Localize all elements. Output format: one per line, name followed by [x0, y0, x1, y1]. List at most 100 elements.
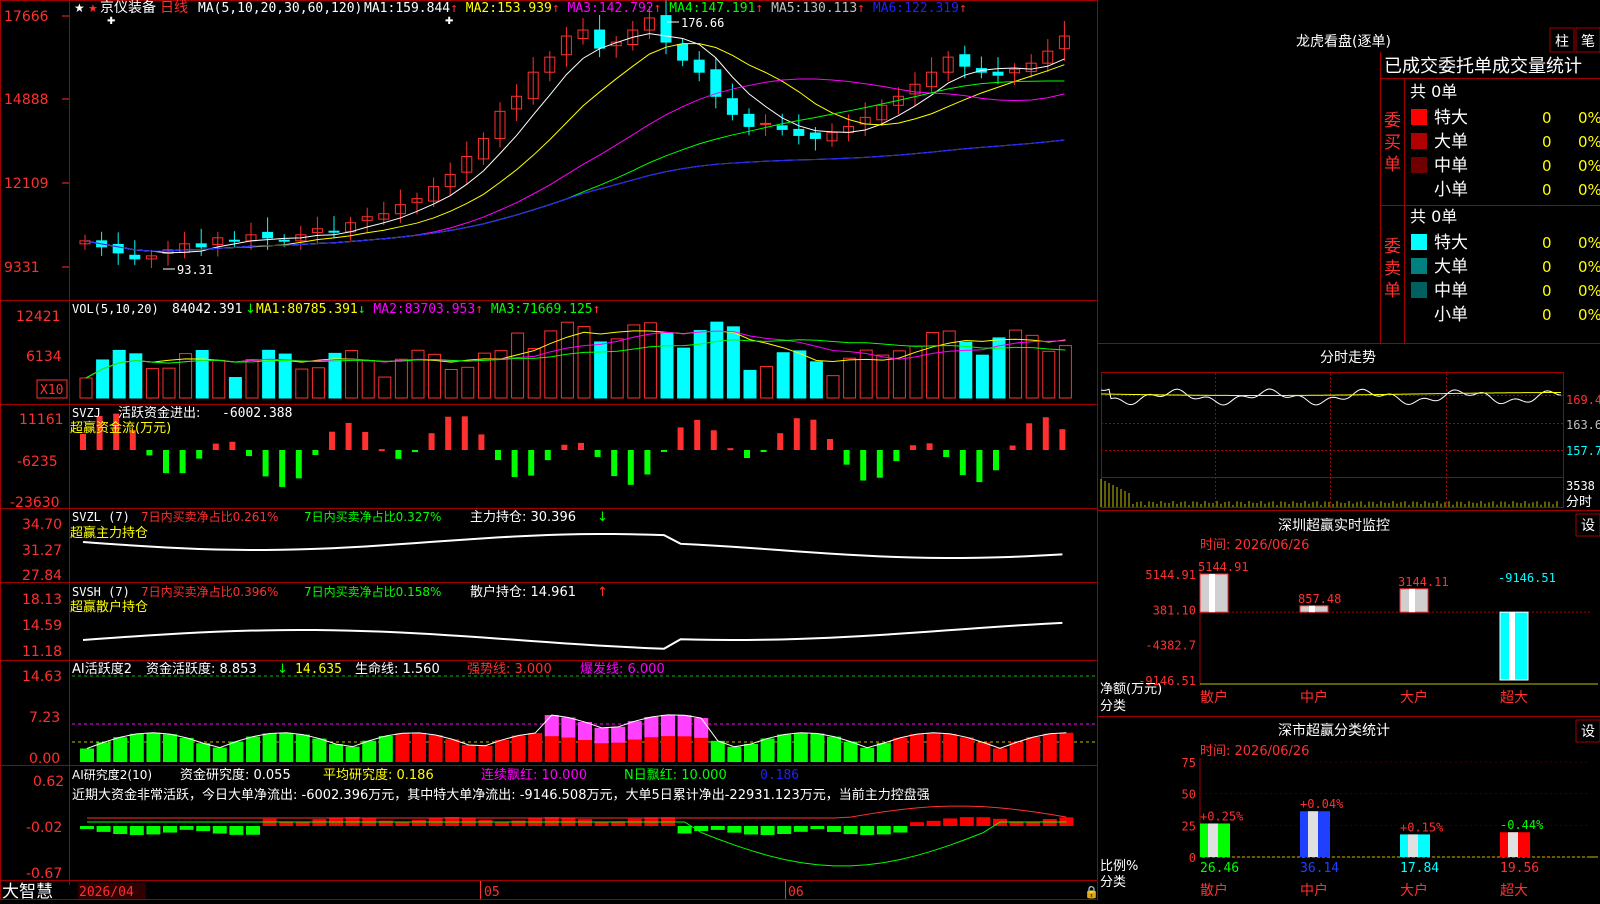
candle-body [760, 122, 772, 125]
ai-bar [229, 741, 244, 762]
price-y-tick: 12109 [4, 176, 49, 192]
candle-body [677, 43, 689, 61]
classify-xlabel: 分类 [1100, 875, 1126, 890]
classify-title: 深市超赢分类统计 [1278, 722, 1390, 739]
monitor-category-label: 中户 [1300, 689, 1328, 706]
vol-legend-label: MA1: [256, 302, 287, 317]
price-panel: 17666 14888 12109 9331 ★ ★ ✚ ✚ 京仪装备 日线 M… [4, 0, 1070, 277]
classify-ylabel: 比例% [1100, 859, 1138, 874]
order-count: 0 [1542, 157, 1552, 175]
volume-bar [345, 350, 359, 399]
intraday-tick: 163.6 [1566, 418, 1600, 432]
svzj-bar [362, 432, 369, 450]
svzj-bar [644, 450, 651, 475]
stock-name[interactable]: 京仪装备 [100, 0, 156, 16]
low-price-label: 93.31 [177, 263, 213, 277]
price-y-tick: 9331 [4, 260, 40, 276]
classify-y-tick: 25 [1182, 819, 1196, 833]
research-bar [129, 826, 144, 835]
research-bar [229, 826, 244, 835]
ai-bar [329, 744, 343, 762]
classify-change-label: +0.25% [1200, 809, 1244, 823]
ai-d: 强势线: 3.000 [467, 661, 552, 677]
ma-legend-label: MA5: [771, 1, 802, 16]
ai-bar [428, 735, 443, 762]
svsh-sub: 超赢散户持仓 [70, 599, 148, 615]
ai-research-panel: 0.62 -0.02 -0.67 AI研究度2(10) 资金研究度: 0.055… [26, 767, 1074, 882]
research-title: AI研究度2(10) [72, 767, 152, 782]
volume-bar [859, 349, 873, 399]
price-y-axis: 17666 14888 12109 9331 [4, 9, 49, 276]
svzj-bar [428, 433, 435, 450]
research-bar [893, 826, 908, 833]
svzj-bar [478, 434, 485, 450]
research-bar [511, 820, 526, 826]
order-label: 小单 [1434, 305, 1468, 325]
ai-bar-top [578, 722, 592, 741]
svzj-bar [511, 450, 518, 477]
ai-bar [1026, 737, 1041, 762]
volume-bar [610, 338, 624, 399]
svzj-bar [993, 450, 999, 471]
classify-change-label: +0.15% [1400, 820, 1444, 834]
ai-title: AI活跃度2 [72, 661, 132, 677]
volume-panel: 12421 6134 X10 VOL(5,10,20) 84042.391 ↓ … [16, 302, 1072, 399]
research-bar [959, 817, 974, 826]
candle-body [594, 29, 606, 49]
volume-bar [378, 376, 392, 399]
research-bar [876, 826, 891, 835]
ai-bar [163, 734, 177, 762]
svzj-bar [943, 450, 950, 458]
classify-bar-shine [1308, 811, 1318, 857]
monitor-category-label: 大户 [1400, 689, 1428, 706]
research-bar [163, 826, 177, 833]
buy-total: 共 0单 [1410, 82, 1457, 101]
research-bar [96, 826, 111, 832]
period-label[interactable]: 日线 [160, 0, 188, 16]
svzj-y-tick: -23630 [10, 495, 60, 511]
ai-bar [910, 734, 924, 762]
research-line-red [87, 805, 1067, 819]
ma-legend-label: MA2: [466, 1, 497, 16]
order-count: 0 [1542, 258, 1552, 276]
research-bar [578, 819, 592, 826]
ai-activity-panel: 14.63 7.23 0.00 AI活跃度2 资金活跃度: 8.853 ↓ 14… [22, 661, 1097, 767]
research-bar [727, 826, 742, 833]
candle-body [776, 125, 788, 130]
svzj-bar [959, 450, 966, 476]
ai-bar [478, 745, 493, 762]
ai-bar [860, 747, 875, 762]
ai-bar [926, 732, 941, 762]
monitor-y-tick: 5144.91 [1145, 568, 1196, 582]
svzj-bar [312, 450, 319, 456]
date-tick: 05 [484, 885, 500, 900]
volume-bar [245, 359, 259, 399]
order-count: 0 [1542, 109, 1552, 127]
sell-side-char: 委 [1384, 237, 1401, 257]
order-pct: 0% [1578, 234, 1600, 252]
ai-bar [511, 735, 526, 762]
candle-body [793, 128, 805, 136]
research-bars [80, 817, 1074, 835]
order-swatch [1411, 282, 1427, 298]
research-y-tick: -0.02 [26, 820, 62, 836]
volume-bar [926, 332, 940, 399]
svzj-bar [212, 443, 219, 450]
monitor-value-label: 857.48 [1298, 592, 1341, 606]
candle-body [328, 230, 340, 233]
monitor-settings-label: 设 [1581, 518, 1595, 534]
vol-value: 84042.391 [172, 302, 242, 317]
order-count: 0 [1542, 133, 1552, 151]
candle-body [992, 71, 1004, 76]
lock-icon[interactable]: 🔒 [1084, 885, 1099, 899]
ai-bar [96, 742, 111, 762]
svzj-bar [876, 450, 883, 478]
svzj-bar [329, 431, 335, 450]
research-bar [196, 826, 211, 832]
vol-legend-value: 71669.125 [522, 302, 592, 317]
intraday-volume [1100, 479, 1558, 507]
ma-legend-value: 147.191 [701, 1, 756, 16]
research-d: N日飘红: 10.000 [624, 767, 727, 783]
intraday-title: 分时走势 [1320, 350, 1376, 366]
svsh-arrow: ↑ [597, 585, 608, 600]
